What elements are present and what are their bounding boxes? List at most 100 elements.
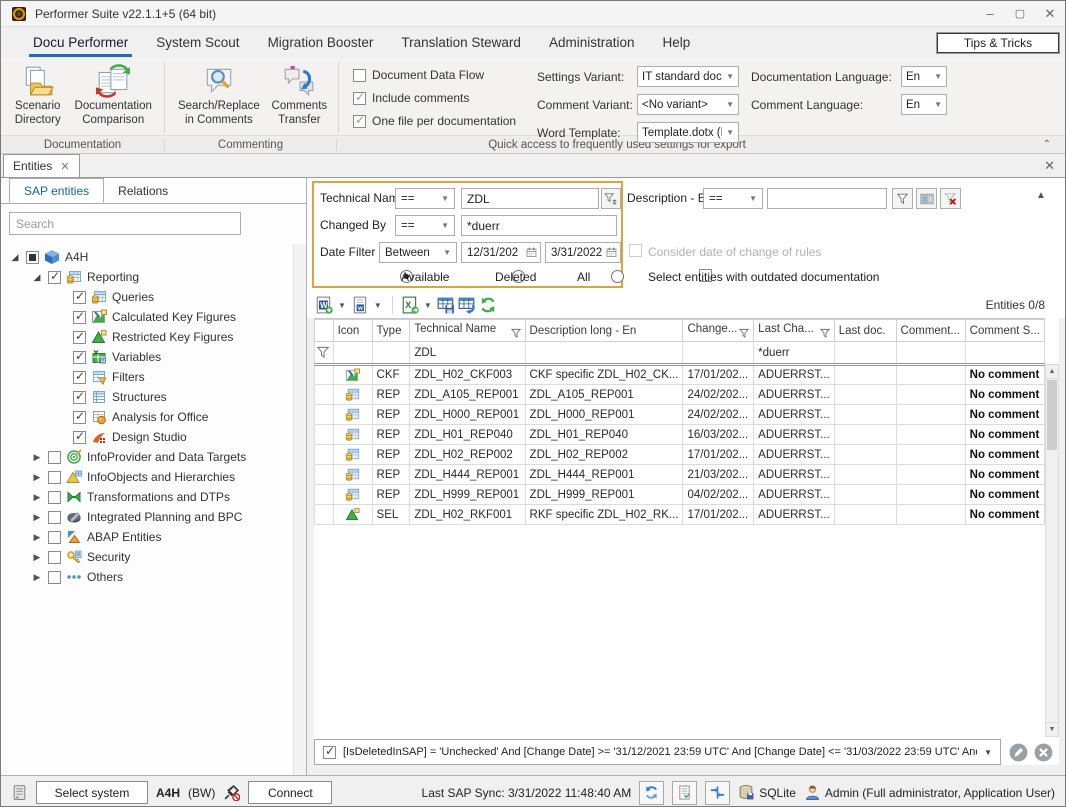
comments-transfer-button[interactable]: Comments Transfer [267,62,332,129]
table-row[interactable]: REPZDL_H01_REP040ZDL_H01_REP04016/03/202… [315,425,1045,445]
close-button[interactable]: ✕ [1035,1,1065,26]
tree-item-others[interactable]: ▶Others [1,567,306,587]
technical-name-operator-select[interactable]: ==▼ [395,188,455,209]
clear-filter-button[interactable] [940,188,961,209]
close-tab-icon[interactable]: ✕ [60,160,69,173]
grid-filter-row[interactable]: ZDL *duerr [315,342,1045,365]
word-document-icon[interactable] [351,296,369,314]
scroll-down-icon[interactable]: ▼ [1046,722,1058,736]
grid-scrollbar[interactable]: ▲ ▼ [1045,364,1059,737]
tab-entities[interactable]: Entities ✕ [3,154,80,177]
deleted-radio-label[interactable]: Deleted [495,270,536,284]
refresh-icon[interactable] [479,296,497,314]
chevron-down-icon[interactable]: ▼ [422,301,434,310]
expander-icon[interactable]: ▶ [31,572,43,583]
connect-button[interactable]: Connect [248,781,332,804]
save-layout-icon[interactable] [437,296,455,314]
filter-enabled-checkbox[interactable] [323,746,336,759]
sync-settings-button[interactable] [705,781,730,805]
expander-icon[interactable]: ◢ [31,272,43,283]
checkbox[interactable] [353,92,366,105]
load-layout-icon[interactable] [458,296,476,314]
search-replace-comments-button[interactable]: Search/Replace in Comments [171,62,267,129]
tree-item-a4h[interactable]: ◢A4H [1,247,306,267]
expander-icon[interactable]: ▶ [31,532,43,543]
log-button[interactable] [672,781,697,805]
documentation-language-select[interactable]: En▼ [901,66,947,87]
close-pane-icon[interactable]: ✕ [1044,158,1055,174]
all-radio-label[interactable]: All [577,270,590,284]
comment-language-select[interactable]: En▼ [901,94,947,115]
tree-item-security[interactable]: ▶Security [1,547,306,567]
tree-item-filters[interactable]: Filters [1,367,306,387]
menu-tab-administration[interactable]: Administration [535,29,649,57]
checkbox[interactable] [73,291,86,304]
col-comment[interactable]: Comment... [896,320,965,342]
expander-icon[interactable]: ▶ [31,472,43,483]
checkbox[interactable] [73,431,86,444]
checkbox[interactable] [48,451,61,464]
menu-tab-help[interactable]: Help [648,29,704,57]
checkbox[interactable] [353,115,366,128]
tree-item-analysis-for-office[interactable]: Analysis for Office [1,407,306,427]
description-operator-select[interactable]: ==▼ [703,188,763,209]
table-row[interactable]: REPZDL_H999_REP001ZDL_H999_REP00104/02/2… [315,485,1045,505]
changed-by-operator-select[interactable]: ==▼ [395,215,455,236]
table-row[interactable]: SELZDL_H02_RKF001RKF specific ZDL_H02_RK… [315,505,1045,525]
checkbox[interactable] [73,311,86,324]
tips-and-tricks-button[interactable]: Tips & Tricks [937,33,1059,53]
menu-tab-docu-performer[interactable]: Docu Performer [19,29,142,57]
available-radio-label[interactable]: Available [401,270,449,284]
date-filter-mode-select[interactable]: Between▼ [379,242,457,263]
search-input[interactable] [9,212,241,235]
col-last-doc[interactable]: Last doc. [834,320,896,342]
tree-item-infoobjects[interactable]: ▶InfoObjects and Hierarchies [1,467,306,487]
checkbox[interactable] [73,331,86,344]
expander-icon[interactable]: ▶ [31,552,43,563]
technical-name-filter-button[interactable] [601,188,621,209]
filter-cell-last-changed-by[interactable]: *duerr [754,342,835,365]
maximize-button[interactable]: ▢ [1005,1,1035,26]
checkbox[interactable] [48,551,61,564]
table-row[interactable]: REPZDL_H02_REP002ZDL_H02_REP00217/01/202… [315,445,1045,465]
checkbox[interactable] [73,391,86,404]
grid-header-row[interactable]: Icon Type Technical Name Description lon… [315,320,1045,342]
expander-icon[interactable]: ▶ [31,492,43,503]
sidebar-scrollbar[interactable] [293,244,306,775]
tree-item-queries[interactable]: Queries [1,287,306,307]
tree-item-transformations[interactable]: ▶Transformations and DTPs [1,487,306,507]
apply-filter-button[interactable] [892,188,913,209]
document-data-flow-checkbox[interactable]: Document Data Flow [353,68,519,82]
menu-tab-system-scout[interactable]: System Scout [142,29,253,57]
tab-relations[interactable]: Relations [104,178,182,203]
date-from-input[interactable]: 12/31/202 [461,242,541,263]
scenario-directory-button[interactable]: Scenario Directory [7,62,68,129]
date-to-input[interactable]: 3/31/2022 [545,242,621,263]
export-word-icon[interactable] [315,296,333,314]
one-file-per-doc-checkbox[interactable]: One file per documentation [353,114,519,128]
checkbox[interactable] [353,69,366,82]
tree-item-structures[interactable]: Structures [1,387,306,407]
tree-item-reporting[interactable]: ◢Reporting [1,267,306,287]
tree-item-integrated-planning[interactable]: ▶Integrated Planning and BPC [1,507,306,527]
table-row[interactable]: CKFZDL_H02_CKF003CKF specific ZDL_H02_CK… [315,365,1045,385]
changed-by-filter-input[interactable] [461,215,617,236]
word-template-select[interactable]: Template.dotx (Local)▼ [637,122,739,143]
checkbox[interactable] [73,411,86,424]
sync-refresh-button[interactable] [639,781,664,805]
select-system-button[interactable]: Select system [36,781,148,804]
calendar-icon[interactable] [606,247,617,258]
tree-item-infoprovider[interactable]: ▶InfoProvider and Data Targets [1,447,306,467]
expander-icon[interactable]: ▶ [31,452,43,463]
checkbox[interactable] [73,371,86,384]
edit-filter-icon[interactable] [1009,743,1028,762]
checkbox[interactable] [48,271,61,284]
col-icon[interactable]: Icon [333,320,372,342]
col-technical-name[interactable]: Technical Name [410,320,525,342]
checkbox[interactable] [48,491,61,504]
settings-variant-select[interactable]: IT standard document...▼ [637,66,739,87]
include-comments-checkbox[interactable]: Include comments [353,91,519,105]
tab-sap-entities[interactable]: SAP entities [9,178,104,203]
collapse-ribbon-icon[interactable]: ⌃ [1043,139,1051,150]
checkbox[interactable] [26,251,39,264]
